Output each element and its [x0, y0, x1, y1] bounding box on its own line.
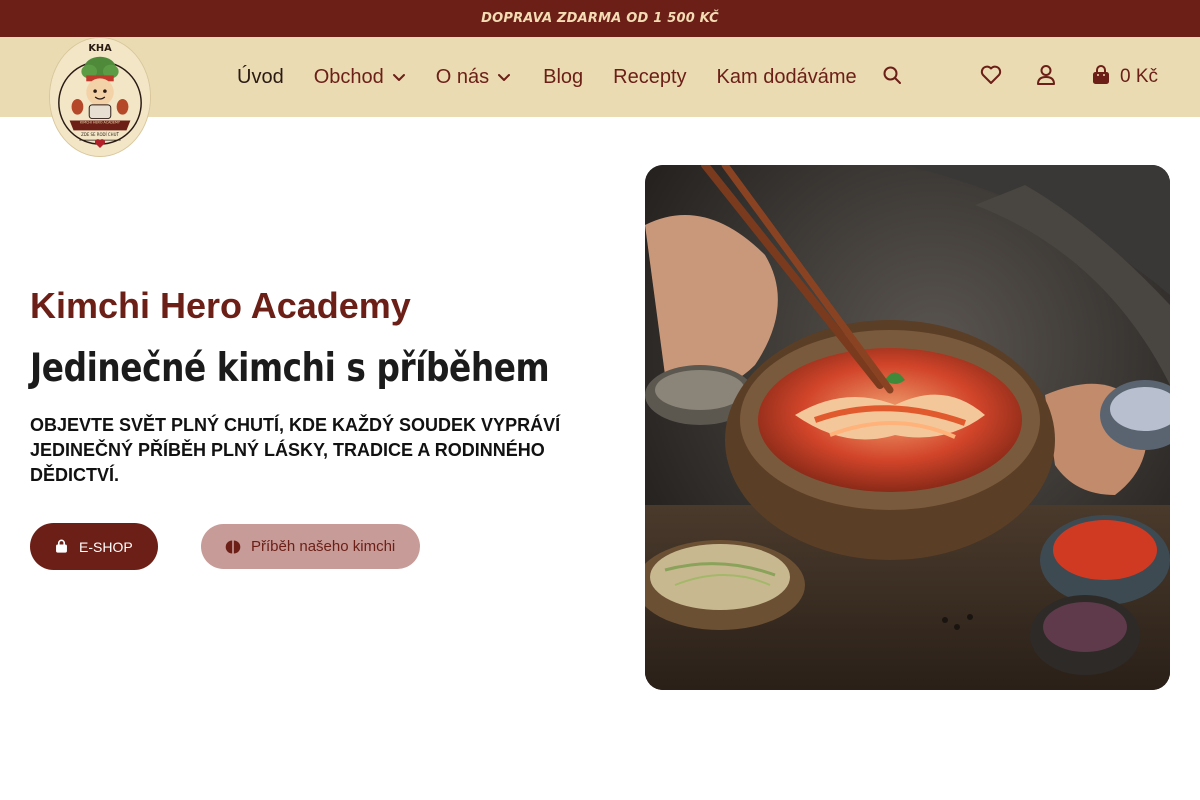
leaf-icon [225, 539, 241, 555]
nav-item-label: Obchod [313, 65, 384, 88]
shopping-bag-icon [1090, 64, 1112, 91]
cart-button[interactable]: 0 Kč [1090, 37, 1158, 117]
hero-tagline: Jedinečné kimchi s příběhem [30, 346, 550, 391]
nav-item-obchod[interactable]: Obchod [314, 66, 406, 89]
promo-text: DOPRAVA ZDARMA OD 1 500 KČ [481, 11, 719, 26]
nav-item-label: O nás [435, 65, 490, 88]
nav-item-label: Recepty [613, 65, 687, 88]
nav-item-uvod[interactable]: Úvod [237, 66, 284, 89]
shopping-bag-icon [54, 539, 69, 554]
hero-image [645, 165, 1170, 690]
story-button[interactable]: Příběh našeho kimchi [201, 524, 420, 569]
nav-item-blog[interactable]: Blog [543, 66, 583, 89]
kimchi-bowl-photo [645, 165, 1170, 690]
heart-icon [980, 65, 1002, 90]
site-header: KHA KIMCHI HERO ACADEMY ZDE SE RODÍ CHUŤ… [0, 37, 1200, 157]
nav-item-label: Blog [543, 65, 584, 88]
cart-total: 0 Kč [1120, 66, 1159, 87]
logo-ring-text: KIMCHI HERO ACADEMY [80, 120, 121, 124]
user-icon [1036, 64, 1056, 91]
logo-illustration: KHA KIMCHI HERO ACADEMY ZDE SE RODÍ CHUŤ [50, 38, 150, 156]
hero-text: Kimchi Hero Academy Jedinečné kimchi s p… [30, 280, 610, 488]
search-icon [882, 65, 902, 90]
nav-item-kam-dodavame[interactable]: Kam dodáváme [717, 66, 857, 89]
hero-brand: Kimchi Hero Academy [30, 285, 411, 326]
promo-bar: DOPRAVA ZDARMA OD 1 500 KČ [0, 0, 1200, 37]
eshop-button-label: E-SHOP [79, 538, 133, 555]
site-logo[interactable]: KHA KIMCHI HERO ACADEMY ZDE SE RODÍ CHUŤ [49, 37, 151, 157]
main-nav: Úvod Obchod O nás Blog Recepty Kam dodáv… [237, 37, 887, 117]
eshop-button[interactable]: E-SHOP [30, 523, 158, 570]
account-button[interactable] [1036, 37, 1056, 117]
hero-lead: OBJEVTE SVĚT PLNÝ CHUTÍ, KDE KAŽDÝ SOUDE… [30, 415, 561, 485]
nav-item-label: Úvod [237, 65, 284, 88]
wishlist-button[interactable] [980, 37, 1002, 117]
story-button-label: Příběh našeho kimchi [251, 538, 396, 555]
nav-item-o-nas[interactable]: O nás [436, 66, 511, 89]
logo-text: KHA [88, 43, 112, 54]
search-button[interactable] [882, 37, 902, 117]
nav-item-label: Kam dodáváme [716, 65, 857, 88]
nav-item-recepty[interactable]: Recepty [613, 66, 686, 89]
chevron-down-icon [497, 70, 511, 84]
logo-motto: ZDE SE RODÍ CHUŤ [81, 132, 119, 137]
chevron-down-icon [392, 70, 406, 84]
